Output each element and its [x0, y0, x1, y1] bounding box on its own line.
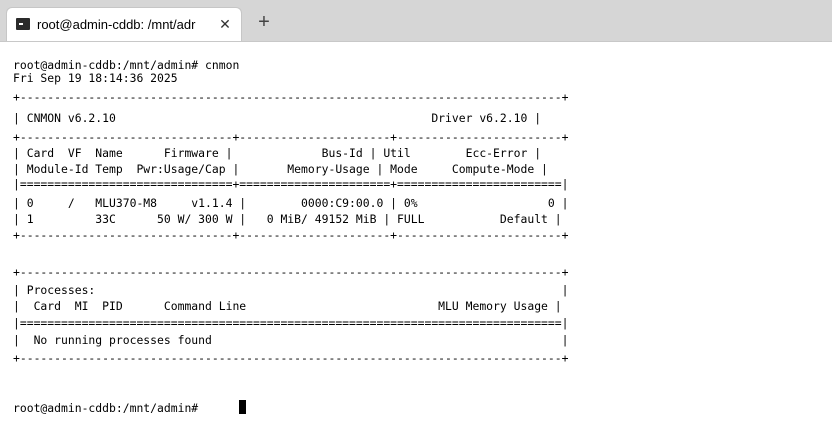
terminal-line: | Module-Id Temp Pwr:Usage/Cap | Memory-… [13, 162, 548, 176]
terminal-line: +---------------------------------------… [13, 265, 569, 279]
terminal-prompt: root@admin-cddb:/mnt/admin# [13, 401, 206, 415]
terminal-line: | No running processes found | [13, 333, 569, 347]
tab-bar: root@admin-cddb: /mnt/adr ✕ + [0, 0, 832, 42]
terminal-line: |===============================+=======… [13, 177, 569, 191]
close-icon[interactable]: ✕ [218, 15, 232, 33]
terminal-line: +-------------------------------+-------… [13, 228, 569, 242]
terminal-line: +---------------------------------------… [13, 90, 569, 104]
terminal-line: | CNMON v6.2.10 Driver v6.2.10 | [13, 111, 542, 125]
new-tab-button[interactable]: + [252, 11, 276, 35]
terminal-line: |=======================================… [13, 316, 569, 330]
terminal-line: root@admin-cddb:/mnt/admin# cnmon [13, 58, 240, 72]
terminal-line: +---------------------------------------… [13, 351, 569, 365]
terminal-line: Fri Sep 19 18:14:36 2025 [13, 71, 178, 85]
terminal-line: | Processes: | [13, 283, 569, 297]
terminal-line: | Card MI PID Command Line MLU Memory Us… [13, 299, 562, 313]
terminal-line: | 0 / MLU370-M8 v1.1.4 | 0000:C9:00.0 | … [13, 196, 569, 210]
terminal-output[interactable]: root@admin-cddb:/mnt/admin# cnmon Fri Se… [13, 58, 828, 418]
terminal-line: +-------------------------------+-------… [13, 130, 569, 144]
terminal-line: | 1 33C 50 W/ 300 W | 0 MiB/ 49152 MiB |… [13, 212, 562, 226]
terminal-tab[interactable]: root@admin-cddb: /mnt/adr ✕ [6, 7, 242, 41]
terminal-line: | Card VF Name Firmware | Bus-Id | Util … [13, 146, 542, 160]
tab-title: root@admin-cddb: /mnt/adr [37, 17, 196, 32]
text-cursor [239, 400, 246, 414]
terminal-icon [16, 18, 30, 30]
